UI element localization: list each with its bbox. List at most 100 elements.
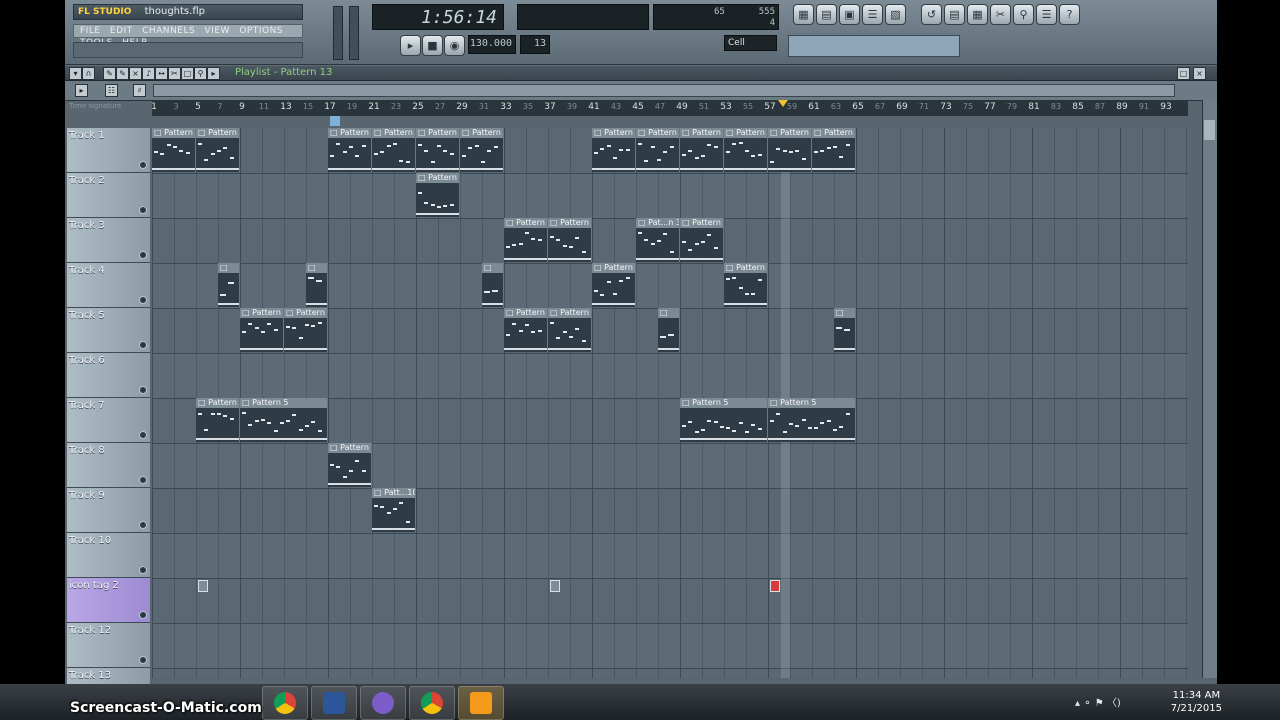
delete-icon[interactable]: × bbox=[129, 67, 142, 80]
vertical-scrollbar[interactable] bbox=[1202, 100, 1217, 678]
track-row[interactable] bbox=[152, 353, 1188, 399]
pattern-clip[interactable]: □ Pattern 7 bbox=[284, 308, 328, 352]
master-pitch-slider[interactable] bbox=[349, 6, 359, 60]
playhead-marker[interactable] bbox=[778, 100, 788, 107]
track-mute-led[interactable] bbox=[139, 206, 147, 214]
zoom-icon[interactable]: ⚲ bbox=[194, 67, 207, 80]
pattern-clip[interactable]: □ Pattern 1 bbox=[680, 128, 724, 172]
pattern-clip[interactable]: □ Pattern 1 bbox=[416, 128, 460, 172]
timeline-ruler[interactable]: 1 5 9 13 17 21 25 29 33 37 41 45 49 53 57 61 65 69 73 77 81 8… bbox=[151, 100, 1188, 116]
help-icon[interactable]: ? bbox=[1059, 4, 1080, 25]
menu-view[interactable]: VIEW bbox=[205, 26, 230, 36]
select-icon[interactable]: □ bbox=[181, 67, 194, 80]
marker-flag-red[interactable] bbox=[770, 580, 780, 592]
pattern-clip[interactable]: □ Pattern 7 bbox=[240, 308, 284, 352]
browser-button[interactable]: ☰ bbox=[862, 4, 883, 25]
pattern-clip[interactable]: □ Pattern 9 bbox=[592, 263, 636, 307]
slip-icon[interactable]: ↔ bbox=[155, 67, 168, 80]
track-header[interactable]: Track 13 bbox=[67, 668, 150, 684]
track-mute-led[interactable] bbox=[139, 476, 147, 484]
pattern-clip[interactable]: □ bbox=[482, 263, 504, 307]
pattern-clip[interactable]: □ Pattern 8 bbox=[504, 308, 548, 352]
playlist-button[interactable]: ▦ bbox=[793, 4, 814, 25]
pattern-clip[interactable]: □ Pattern 3 bbox=[548, 218, 592, 262]
pattern-clip[interactable]: □ Patt...10 bbox=[372, 488, 416, 532]
menu-options[interactable]: OPTIONS bbox=[239, 26, 283, 36]
track-mute-led[interactable] bbox=[139, 611, 147, 619]
track-header[interactable]: Track 6 bbox=[67, 353, 150, 398]
menu-file[interactable]: FILE bbox=[80, 26, 101, 36]
piano-roll-button[interactable]: ▣ bbox=[839, 4, 860, 25]
chrome2-taskbar-button[interactable] bbox=[409, 686, 455, 720]
pattern-clip[interactable]: □ Pat...n 3 bbox=[636, 218, 680, 262]
pattern-clip[interactable]: □ Pattern 1 bbox=[196, 128, 240, 172]
track-header[interactable]: Track 10 bbox=[67, 533, 150, 578]
song-start-marker[interactable] bbox=[330, 116, 340, 126]
pattern-clip[interactable]: □ Pattern 1 bbox=[152, 128, 196, 172]
snap-selector[interactable]: Cell bbox=[724, 35, 777, 51]
pattern-clip[interactable]: □ Pattern 1 bbox=[592, 128, 636, 172]
marker-flag[interactable] bbox=[198, 580, 208, 592]
render-icon[interactable]: ▦ bbox=[967, 4, 988, 25]
list-icon[interactable]: ☰ bbox=[1036, 4, 1057, 25]
snap-icon[interactable]: ♯ bbox=[133, 84, 146, 97]
track-row[interactable] bbox=[152, 173, 1188, 219]
track-mute-led[interactable] bbox=[139, 656, 147, 664]
pattern-clip[interactable]: □ bbox=[834, 308, 856, 352]
pattern-clip[interactable]: □ Pattern 5 bbox=[196, 398, 240, 442]
track-mute-led[interactable] bbox=[139, 431, 147, 439]
track-mute-led[interactable] bbox=[139, 386, 147, 394]
pattern-clip[interactable]: □ bbox=[658, 308, 680, 352]
save-icon[interactable]: ▤ bbox=[944, 4, 965, 25]
track-header[interactable]: Track 5 bbox=[67, 308, 150, 353]
track-header[interactable]: Track 2 bbox=[67, 173, 150, 218]
fl-studio-taskbar-button[interactable] bbox=[458, 686, 504, 720]
track-header[interactable]: Track 1 bbox=[67, 128, 150, 173]
track-row[interactable] bbox=[152, 533, 1188, 579]
master-volume-slider[interactable] bbox=[333, 6, 343, 60]
marker-flag[interactable] bbox=[550, 580, 560, 592]
track-header[interactable]: Track 12 bbox=[67, 623, 150, 668]
track-header[interactable]: Track 9 bbox=[67, 488, 150, 533]
pattern-clip[interactable]: □ Pattern 8 bbox=[328, 128, 372, 172]
play-icon[interactable]: ▸ bbox=[207, 67, 220, 80]
pattern-clip[interactable]: □ Pattern 5 bbox=[768, 398, 856, 442]
pattern-clip[interactable]: □ Pattern 1 bbox=[636, 128, 680, 172]
word-taskbar-button[interactable] bbox=[311, 686, 357, 720]
track-row[interactable] bbox=[152, 578, 1188, 624]
maximize-icon[interactable]: □ bbox=[1177, 67, 1190, 80]
search-icon[interactable]: ⚲ bbox=[1013, 4, 1034, 25]
pattern-clip[interactable]: □ Pattern 8 bbox=[372, 128, 416, 172]
pattern-clip[interactable]: □ bbox=[306, 263, 328, 307]
magnet-icon[interactable]: ∩ bbox=[82, 67, 95, 80]
pattern-mode-button[interactable]: ▸ bbox=[400, 35, 421, 56]
clock[interactable]: 11:34 AM 7/21/2015 bbox=[1171, 689, 1222, 715]
track-mute-led[interactable] bbox=[139, 296, 147, 304]
pattern-clip[interactable]: □ Pattern 7 bbox=[768, 128, 812, 172]
pattern-clip[interactable]: □ Pattern 8 bbox=[548, 308, 592, 352]
pattern-clip[interactable]: □ Pattern 7 bbox=[812, 128, 856, 172]
pattern-clip[interactable]: □ Pattern 1 bbox=[460, 128, 504, 172]
pattern-clip[interactable]: □ Pattern 9 bbox=[416, 173, 460, 217]
track-mute-led[interactable] bbox=[139, 161, 147, 169]
track-header[interactable]: Track 8 bbox=[67, 443, 150, 488]
scroll-thumb[interactable] bbox=[1204, 120, 1215, 140]
pattern-clip[interactable]: □ Pattern 4 bbox=[680, 218, 724, 262]
mute-icon[interactable]: ♪ bbox=[142, 67, 155, 80]
track-row[interactable] bbox=[152, 623, 1188, 669]
pattern-clip[interactable]: □ Pattern 5 bbox=[680, 398, 768, 442]
app-taskbar-button[interactable] bbox=[360, 686, 406, 720]
menu-edit[interactable]: EDIT bbox=[110, 26, 133, 36]
pattern-clip[interactable]: □ Pattern 9 bbox=[328, 443, 372, 487]
track-mode-icon[interactable]: ☷ bbox=[105, 84, 118, 97]
arrangement-grid[interactable]: □ Pattern 1□ Pattern 1□ Pattern 8□ Patte… bbox=[152, 128, 1188, 678]
track-mute-led[interactable] bbox=[139, 521, 147, 529]
stop-button[interactable]: ■ bbox=[422, 35, 443, 56]
close-icon[interactable]: × bbox=[1193, 67, 1206, 80]
cut-icon[interactable]: ✂ bbox=[990, 4, 1011, 25]
chrome-taskbar-button[interactable] bbox=[262, 686, 308, 720]
record-button[interactable]: ◉ bbox=[444, 35, 465, 56]
track-header[interactable]: Track 3 bbox=[67, 218, 150, 263]
paint-icon[interactable]: ✎ bbox=[116, 67, 129, 80]
track-header[interactable]: Track 7 bbox=[67, 398, 150, 443]
